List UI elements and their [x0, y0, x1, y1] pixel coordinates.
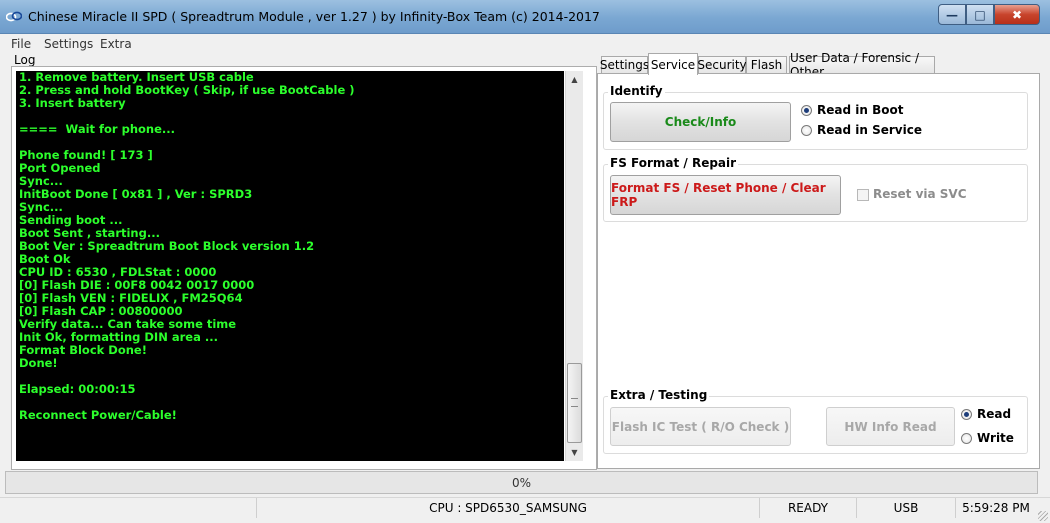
- title-bar[interactable]: Chinese Miracle II SPD ( Spreadtrum Modu…: [0, 0, 1050, 34]
- log-line: Reconnect Power/Cable!: [19, 408, 177, 422]
- read-in-boot-radio[interactable]: [801, 105, 812, 116]
- tab-settings[interactable]: Settings: [600, 56, 649, 73]
- log-line: 3. Insert battery: [19, 96, 126, 110]
- status-state: READY: [759, 498, 856, 518]
- service-panel: Identify Check/Info Read in Boot Read in…: [597, 73, 1040, 469]
- maximize-button[interactable]: □: [966, 4, 994, 25]
- close-button[interactable]: ✖: [994, 4, 1040, 25]
- menu-extra[interactable]: Extra: [100, 37, 132, 51]
- identify-title: Identify: [608, 84, 665, 98]
- hw-info-read-button[interactable]: HW Info Read: [826, 407, 955, 446]
- read-radio[interactable]: [961, 409, 972, 420]
- progress-bar: 0%: [5, 471, 1038, 494]
- window-title: Chinese Miracle II SPD ( Spreadtrum Modu…: [28, 9, 600, 24]
- log-scrollbar[interactable]: ▲ ▼: [565, 71, 583, 461]
- log-line: Done!: [19, 356, 58, 370]
- log-label: Log: [14, 53, 36, 67]
- log-line: InitBoot Done [ 0x81 ] , Ver : SPRD3: [19, 187, 253, 201]
- log-line: Boot Ver : Spreadtrum Boot Block version…: [19, 239, 315, 253]
- window-controls: — □ ✖: [938, 4, 1040, 25]
- tab-user-data[interactable]: User Data / Forensic / Other: [789, 51, 935, 79]
- app-window: Chinese Miracle II SPD ( Spreadtrum Modu…: [0, 0, 1050, 523]
- scroll-down-arrow-icon[interactable]: ▼: [566, 444, 583, 460]
- tab-security[interactable]: Security: [697, 56, 747, 73]
- status-cpu: CPU : SPD6530_SAMSUNG: [256, 498, 759, 518]
- reset-via-svc-label: Reset via SVC: [873, 187, 967, 201]
- log-line: Phone found! [ 173 ]: [19, 148, 153, 162]
- reset-via-svc-checkbox[interactable]: [857, 189, 869, 201]
- flash-ic-test-button[interactable]: Flash IC Test ( R/O Check ): [610, 407, 791, 446]
- app-logo-icon: [6, 11, 22, 22]
- minimize-button[interactable]: —: [938, 4, 966, 25]
- read-in-service-label: Read in Service: [817, 123, 922, 137]
- read-in-boot-label: Read in Boot: [817, 103, 904, 117]
- scroll-thumb[interactable]: [567, 363, 582, 443]
- check-info-button[interactable]: Check/Info: [610, 102, 791, 142]
- tab-service[interactable]: Service: [648, 53, 698, 75]
- status-port: USB: [856, 498, 955, 518]
- log-line: Port Opened: [19, 161, 101, 175]
- extra-testing-title: Extra / Testing: [608, 388, 710, 402]
- scroll-up-arrow-icon[interactable]: ▲: [566, 71, 583, 87]
- read-radio-label: Read: [977, 407, 1012, 421]
- log-console[interactable]: 1. Remove battery. Insert USB cable 2. Pr…: [16, 71, 564, 461]
- log-line: ==== Wait for phone...: [19, 122, 176, 136]
- fs-format-title: FS Format / Repair: [608, 156, 739, 170]
- menu-file[interactable]: File: [11, 37, 31, 51]
- log-line: Elapsed: 00:00:15: [19, 382, 136, 396]
- log-line: Format Block Done!: [19, 343, 147, 357]
- status-bar: CPU : SPD6530_SAMSUNG READY USB 5:59:28 …: [0, 497, 1050, 523]
- read-in-service-radio[interactable]: [801, 125, 812, 136]
- resize-grip-icon[interactable]: [1038, 511, 1048, 521]
- write-radio-label: Write: [977, 431, 1014, 445]
- status-time: 5:59:28 PM: [955, 498, 1036, 518]
- write-radio[interactable]: [961, 433, 972, 444]
- tab-flash[interactable]: Flash: [746, 56, 787, 73]
- grip-icon: [571, 398, 578, 407]
- format-fs-button[interactable]: Format FS / Reset Phone / Clear FRP: [610, 175, 841, 215]
- menu-settings[interactable]: Settings: [44, 37, 93, 51]
